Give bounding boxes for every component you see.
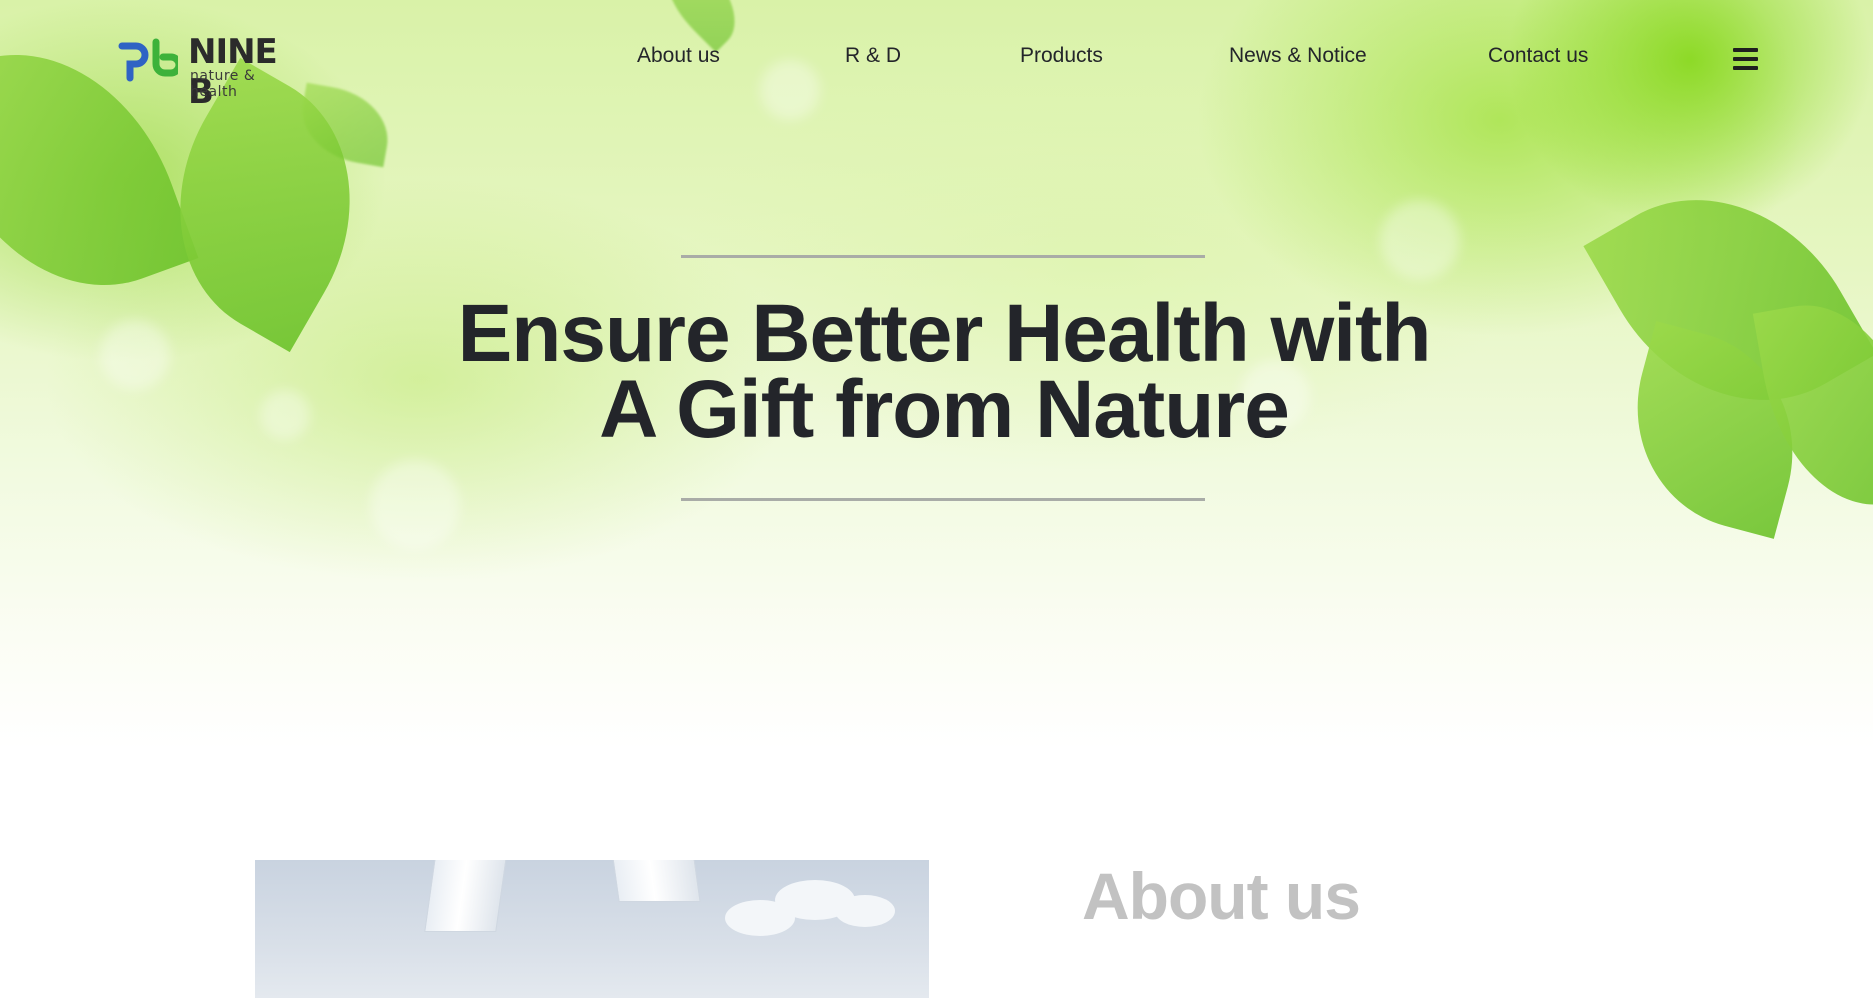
bokeh-light [1380,200,1460,280]
hero-headline-line2: A Gift from Nature [599,364,1290,455]
headline-bottom-rule [681,498,1205,501]
nav-item-about-us[interactable]: About us [637,44,720,68]
building-shape [424,860,508,932]
nav-item-contact-us[interactable]: Contact us [1488,44,1588,68]
brand-tagline: nature & health [190,68,256,100]
brand-mark-icon [118,38,178,82]
brand-logo[interactable]: NINE B nature & health [116,32,306,112]
bokeh-light [100,320,170,390]
hero-headline-line1: Ensure Better Health with [457,288,1432,379]
cloud-shape [835,895,895,927]
bokeh-light [260,390,310,440]
hamburger-icon[interactable] [1733,48,1758,70]
nav-item-products[interactable]: Products [1020,44,1103,68]
hero-headline: Ensure Better Health with A Gift from Na… [336,288,1552,455]
nav-item-r-and-d[interactable]: R & D [845,44,901,68]
cloud-shape [725,900,795,936]
about-section-title: About us [1082,859,1361,933]
building-shape [611,860,701,902]
headline-top-rule [681,255,1205,258]
bokeh-light [370,460,460,550]
top-navigation: NINE B nature & health About us R & D Pr… [0,0,1873,120]
about-building-photo [255,860,929,998]
nav-item-news-notice[interactable]: News & Notice [1229,44,1367,68]
